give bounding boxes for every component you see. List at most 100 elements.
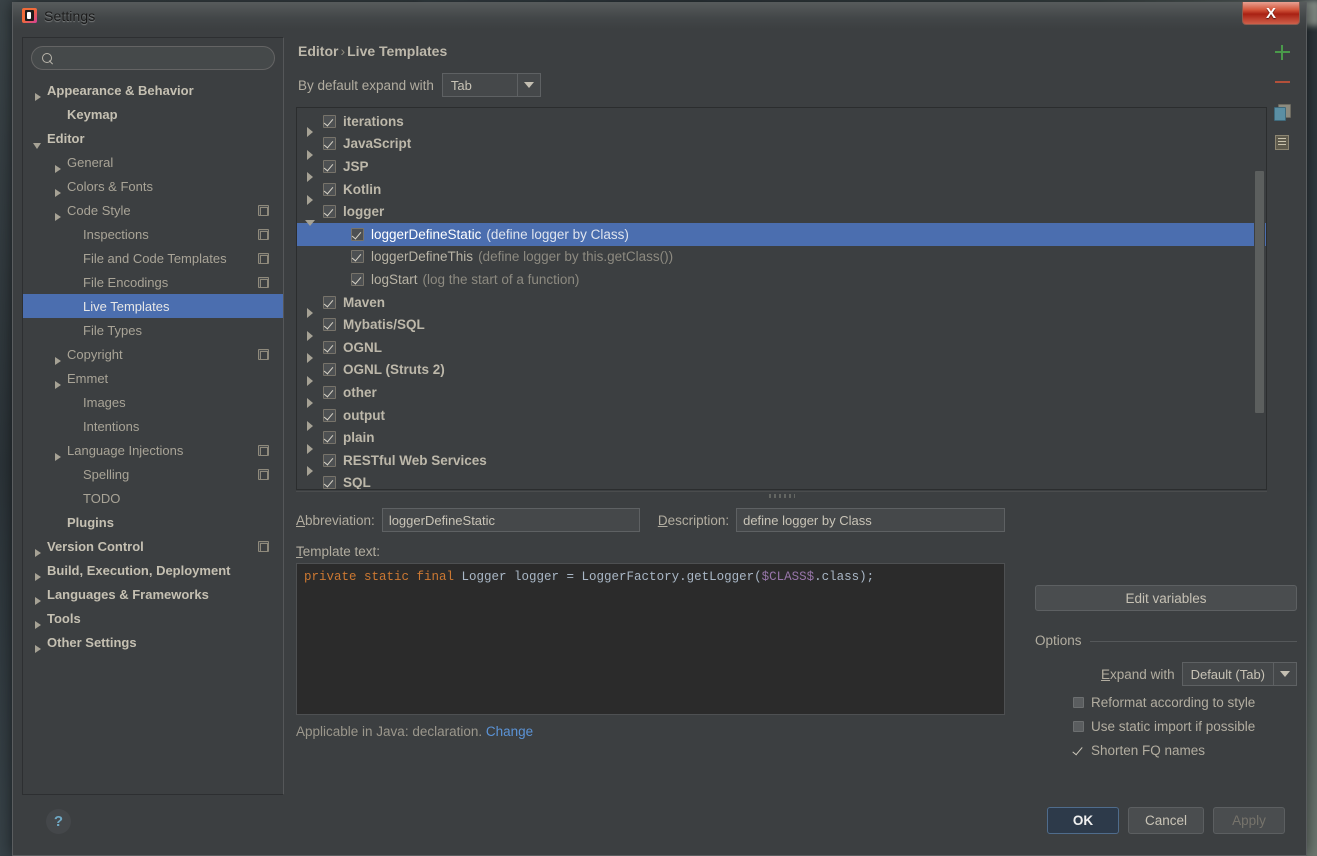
sidebar-item-file-encodings[interactable]: File Encodings <box>23 270 283 294</box>
sidebar-item-todo[interactable]: TODO <box>23 486 283 510</box>
cancel-button[interactable]: Cancel <box>1127 807 1204 834</box>
template-tree-row[interactable]: RESTful Web Services <box>297 449 1266 477</box>
sidebar-item-keymap[interactable]: Keymap <box>23 102 283 126</box>
template-tree-row[interactable]: logStart (log the start of a function) <box>297 268 1266 291</box>
option-checkbox-row[interactable]: Use static import if possible <box>1035 719 1297 734</box>
template-tree-row[interactable]: Maven <box>297 291 1266 319</box>
breadcrumb-parent[interactable]: Editor <box>298 43 338 59</box>
template-checkbox[interactable] <box>323 205 336 219</box>
template-tree-row[interactable]: iterations <box>297 110 1266 138</box>
template-checkbox[interactable] <box>323 385 336 399</box>
template-tree-row[interactable]: loggerDefineThis (define logger by this.g… <box>297 246 1266 269</box>
add-template-button[interactable] <box>1267 37 1297 67</box>
template-checkbox[interactable] <box>323 431 336 445</box>
template-checkbox[interactable] <box>351 272 364 286</box>
sidebar-item-editor[interactable]: Editor <box>23 126 283 150</box>
sidebar-item-language-injections[interactable]: Language Injections <box>23 438 283 462</box>
close-icon[interactable]: X <box>1242 2 1300 25</box>
checkbox-checked-icon[interactable] <box>1073 745 1084 756</box>
template-checkbox[interactable] <box>323 159 336 173</box>
sidebar-item-images[interactable]: Images <box>23 390 283 414</box>
template-checkbox[interactable] <box>323 137 336 151</box>
template-checkbox[interactable] <box>323 182 336 196</box>
sidebar-item-plugins[interactable]: Plugins <box>23 510 283 534</box>
plus-icon <box>1274 44 1290 60</box>
template-tree-row[interactable]: Mybatis/SQL <box>297 313 1266 341</box>
help-button[interactable]: ? <box>46 809 71 834</box>
code-part2: Logger logger = LoggerFactory.getLogger( <box>461 570 762 584</box>
template-tree-row[interactable]: OGNL (Struts 2) <box>297 359 1266 386</box>
templates-tree-panel: iterations JavaScript JSP Kotlin logger logge… <box>296 107 1267 490</box>
checkbox-unchecked-icon[interactable] <box>1073 697 1084 708</box>
sidebar-item-emmet[interactable]: Emmet <box>23 366 283 390</box>
sidebar-item-build-execution-deployment[interactable]: Build, Execution, Deployment <box>23 558 283 582</box>
abbreviation-input[interactable]: loggerDefineStatic <box>381 508 640 532</box>
template-checkbox[interactable] <box>323 453 336 467</box>
chevron-down-icon[interactable] <box>516 74 540 96</box>
settings-window: Settings X Appearance & Behavior Keymap Ed… <box>12 2 1307 856</box>
expand-with-dropdown[interactable]: Default (Tab) <box>1181 662 1297 686</box>
options-column: Edit variables Options Expand with Defau… <box>1035 585 1297 758</box>
project-scope-icon <box>258 540 269 552</box>
template-checkbox[interactable] <box>351 227 364 241</box>
template-tree-row[interactable]: plain <box>297 426 1266 454</box>
template-tree-row[interactable]: loggerDefineStatic (define logger by Clas… <box>297 222 1266 246</box>
sidebar-item-appearance-behavior[interactable]: Appearance & Behavior <box>23 78 283 102</box>
sidebar-item-live-templates[interactable]: Live Templates <box>23 294 283 318</box>
template-tree-row[interactable]: OGNL <box>297 336 1266 364</box>
description-input[interactable]: define logger by Class <box>736 508 1005 532</box>
search-box[interactable] <box>31 46 275 70</box>
template-tree-row[interactable]: output <box>297 404 1266 432</box>
default-expand-dropdown[interactable]: Tab <box>441 73 541 97</box>
pane-splitter[interactable] <box>296 490 1267 502</box>
template-checkbox[interactable] <box>323 295 336 309</box>
template-checkbox[interactable] <box>323 476 336 489</box>
sidebar-item-label: Version Control <box>47 538 144 554</box>
template-checkbox[interactable] <box>323 318 336 332</box>
remove-template-button[interactable] <box>1267 67 1297 97</box>
sidebar-item-label: Build, Execution, Deployment <box>47 562 231 578</box>
sidebar-item-colors-fonts[interactable]: Colors & Fonts <box>23 174 283 198</box>
duplicate-template-button[interactable] <box>1267 97 1297 127</box>
template-tree-row[interactable]: logger <box>297 200 1266 226</box>
sidebar-item-intentions[interactable]: Intentions <box>23 414 283 438</box>
template-tree-row[interactable]: JSP <box>297 155 1266 183</box>
sidebar-item-code-style[interactable]: Code Style <box>23 198 283 222</box>
sidebar-item-spelling[interactable]: Spelling <box>23 462 283 486</box>
sidebar-item-inspections[interactable]: Inspections <box>23 222 283 246</box>
templates-scrollbar-thumb[interactable] <box>1255 171 1264 413</box>
sidebar-item-version-control[interactable]: Version Control <box>23 534 283 558</box>
template-checkbox[interactable] <box>351 250 364 264</box>
chevron-down-icon[interactable] <box>1273 663 1296 685</box>
sidebar-item-general[interactable]: General <box>23 150 283 174</box>
templates-tree: iterations JavaScript JSP Kotlin logger logge… <box>297 108 1266 489</box>
sidebar-item-file-and-code-templates[interactable]: File and Code Templates <box>23 246 283 270</box>
template-tree-row[interactable]: SQL <box>297 472 1266 489</box>
sidebar-item-languages-frameworks[interactable]: Languages & Frameworks <box>23 582 283 606</box>
templates-scrollbar[interactable] <box>1254 109 1265 488</box>
template-tree-row[interactable]: Kotlin <box>297 178 1266 206</box>
sidebar-item-file-types[interactable]: File Types <box>23 318 283 342</box>
template-tree-row[interactable]: JavaScript <box>297 133 1266 160</box>
template-checkbox[interactable] <box>323 114 336 128</box>
change-context-link[interactable]: Change <box>486 724 533 739</box>
template-checkbox[interactable] <box>323 408 336 422</box>
sidebar-item-other-settings[interactable]: Other Settings <box>23 630 283 654</box>
template-checkbox[interactable] <box>323 363 336 377</box>
option-checkbox-row[interactable]: Shorten FQ names <box>1035 743 1297 758</box>
checkbox-unchecked-icon[interactable] <box>1073 721 1084 732</box>
template-description: (log the start of a function) <box>422 271 580 287</box>
option-checkbox-row[interactable]: Reformat according to style <box>1035 695 1297 710</box>
sidebar-item-label: Editor <box>47 130 85 146</box>
ok-button[interactable]: OK <box>1046 807 1119 834</box>
edit-variables-button[interactable]: Edit variables <box>1035 585 1297 611</box>
template-tree-row[interactable]: other <box>297 381 1266 409</box>
search-input[interactable] <box>54 50 265 66</box>
apply-button[interactable]: Apply <box>1213 807 1285 834</box>
template-text-editor[interactable]: private static final Logger logger = Log… <box>296 563 1005 715</box>
sidebar-item-copyright[interactable]: Copyright <box>23 342 283 366</box>
dialog-buttons: OK Cancel Apply <box>1046 807 1285 834</box>
template-group-button[interactable] <box>1267 127 1297 157</box>
template-checkbox[interactable] <box>323 340 336 354</box>
sidebar-item-tools[interactable]: Tools <box>23 606 283 630</box>
